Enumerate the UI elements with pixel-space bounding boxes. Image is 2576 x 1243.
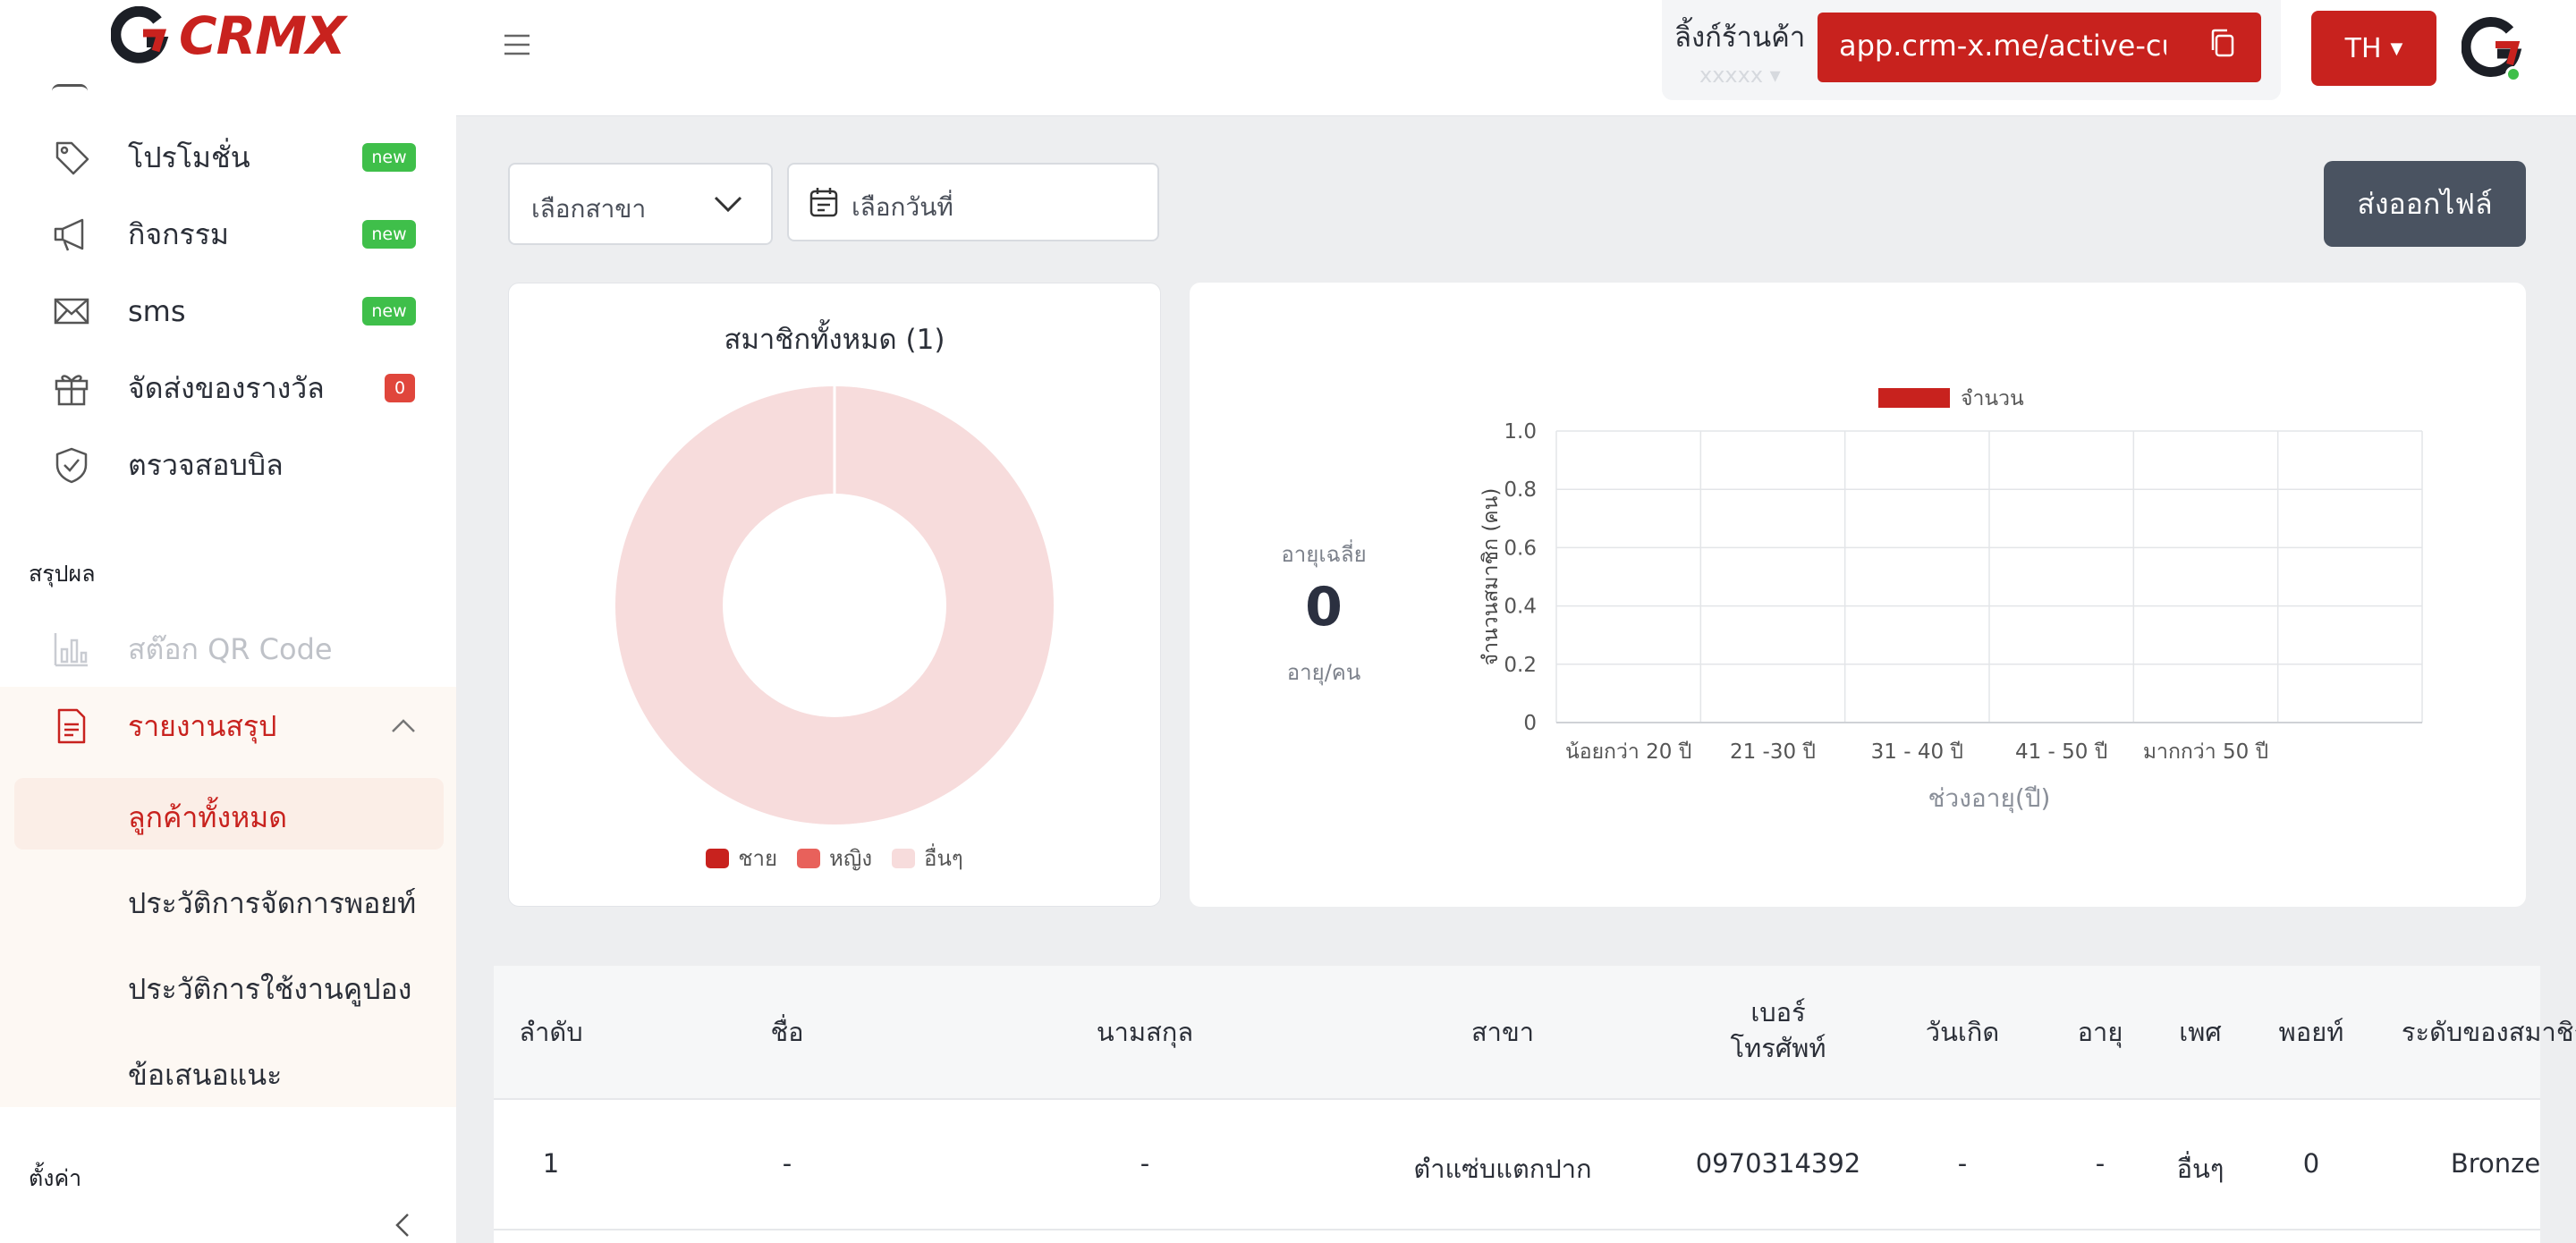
table-cell: -	[1140, 1148, 1150, 1179]
legend-item-female[interactable]: หญิง	[797, 841, 872, 875]
legend-swatch	[892, 848, 916, 868]
count-badge: 0	[385, 374, 415, 402]
y-tick-label: 1.0	[1504, 420, 1537, 444]
table-cell: 1	[542, 1148, 560, 1179]
sidebar-item-reward-delivery[interactable]: จัดส่งของรางวัล 0	[0, 351, 456, 426]
sidebar-item-report-summary[interactable]: รายงานสรุป	[0, 689, 456, 764]
sidebar-item-label: กิจกรรม	[128, 216, 229, 251]
new-badge: new	[362, 220, 416, 249]
donut-chart-title: สมาชิกทั้งหมด (1)	[724, 324, 945, 356]
y-tick-label: 0.6	[1504, 537, 1537, 560]
export-file-button[interactable]: ส่งออกไฟล์	[2324, 161, 2526, 247]
legend-item-male[interactable]: ชาย	[706, 841, 777, 875]
scrolled-item-icon	[52, 84, 88, 97]
legend-label: ชาย	[738, 846, 778, 871]
submenu-all-customers[interactable]: ลูกค้าทั้งหมด	[128, 795, 287, 841]
sidebar-item-label: จัดส่งของรางวัล	[128, 370, 325, 405]
language-dropdown[interactable]: TH ▼	[2311, 11, 2436, 86]
caret-down-icon: ▼	[2390, 38, 2403, 58]
sidebar-item-label: โปรโมชั่น	[128, 140, 250, 174]
age-bar-chart: จำนวน 0 0.2 0.4 0.6 0.8 1.0 น้อยกว่า 20 ปี 21 -3…	[1479, 387, 2423, 814]
shop-link-label: ลิ้งก์ร้านค้า	[1674, 21, 1806, 54]
legend-swatch	[797, 848, 821, 868]
average-age-value: 0	[1305, 576, 1343, 638]
chevron-down-icon	[714, 196, 742, 213]
table-cell: Bronze	[2450, 1148, 2541, 1179]
sidebar-item-sms[interactable]: sms new	[0, 274, 456, 349]
column-header[interactable]: สาขา	[1386, 1014, 1619, 1050]
legend-swatch	[1878, 388, 1950, 408]
tag-icon	[55, 141, 89, 175]
x-tick-label: น้อยกว่า 20 ปี	[1565, 740, 1691, 764]
bar-legend[interactable]: จำนวน	[1878, 387, 2024, 410]
shop-name-dropdown[interactable]: xxxxx ▾	[1699, 63, 1781, 88]
sidebar-item-label: รายงานสรุป	[128, 708, 277, 743]
y-tick-label: 0.4	[1504, 596, 1537, 619]
average-age-label: อายุเฉลี่ย	[1281, 542, 1367, 567]
shop-name: xxxxx	[1699, 63, 1764, 88]
shop-link-url: app.crm-x.me/active-customers	[1839, 29, 2166, 63]
branch-select-placeholder: เลือกสาขา	[531, 194, 647, 224]
x-axis-title: ช่วงอายุ(ปี)	[1928, 783, 2051, 814]
table-cell: ตำแซ่บแตกปาก	[1413, 1154, 1592, 1184]
online-status-dot	[2505, 66, 2521, 82]
shield-check-icon	[55, 447, 88, 484]
calendar-icon	[809, 188, 838, 217]
date-picker-input[interactable]	[787, 163, 1159, 241]
average-age-unit: อายุ/คน	[1286, 660, 1361, 685]
x-tick-label: 31 - 40 ปี	[1871, 740, 1963, 764]
gender-donut-chart	[615, 386, 1054, 824]
legend-item-other[interactable]: อื่นๆ	[892, 841, 963, 875]
logo[interactable]: CRMX	[111, 4, 346, 68]
donut-legend: ชาย หญิง อื่นๆ	[508, 841, 1161, 875]
table-cell: -	[782, 1148, 792, 1179]
legend-label: หญิง	[829, 846, 873, 871]
crmx-logo-icon	[111, 6, 169, 63]
bar-chart-icon	[54, 633, 88, 667]
sidebar-item-activity[interactable]: กิจกรรม new	[0, 197, 456, 272]
chevron-left-icon[interactable]	[385, 1207, 420, 1243]
envelope-icon	[54, 298, 89, 325]
x-tick-label: 41 - 50 ปี	[2015, 740, 2107, 764]
column-header[interactable]: ลำดับ	[435, 1014, 667, 1050]
y-tick-label: 0.8	[1504, 478, 1537, 502]
column-header[interactable]: ชื่อ	[671, 1014, 903, 1050]
sidebar-item-label: sms	[128, 294, 186, 328]
column-header[interactable]: ระดับของสมาชิก	[2379, 1014, 2576, 1050]
column-header[interactable]: นามสกุล	[1029, 1014, 1261, 1050]
megaphone-icon	[54, 218, 84, 251]
y-tick-label: 0.2	[1504, 654, 1537, 677]
language-label: TH	[2344, 32, 2382, 64]
legend-label: จำนวน	[1961, 387, 2024, 410]
new-badge: new	[362, 143, 416, 172]
sidebar-item-bill-check[interactable]: ตรวจสอบบิล	[0, 427, 456, 503]
legend-swatch	[706, 848, 730, 868]
sidebar-item-label: ตรวจสอบบิล	[128, 447, 284, 482]
legend-label: อื่นๆ	[924, 846, 963, 871]
submenu-point-history[interactable]: ประวัติการจัดการพอยท์	[128, 881, 416, 926]
section-heading-summary: สรุปผล	[29, 561, 96, 587]
hamburger-menu-icon[interactable]	[501, 29, 533, 61]
row-divider	[494, 1229, 2540, 1230]
x-tick-label: 21 -30 ปี	[1730, 740, 1816, 764]
sidebar-item-promotion[interactable]: โปรโมชั่น new	[0, 120, 456, 195]
gift-icon	[55, 375, 89, 406]
y-tick-label: 0	[1523, 712, 1537, 735]
x-tick-label: มากกว่า 50 ปี	[2143, 740, 2268, 764]
section-heading-settings: ตั้งค่า	[29, 1165, 82, 1191]
sidebar-item-qr-stock[interactable]: สต๊อก QR Code	[0, 612, 456, 687]
copy-icon[interactable]	[2207, 27, 2238, 61]
document-icon	[57, 708, 86, 744]
logo-text: CRMX	[179, 5, 346, 66]
sidebar-item-label: สต๊อก QR Code	[128, 631, 333, 666]
new-badge: new	[362, 297, 416, 326]
date-picker-placeholder: เลือกวันที่	[852, 192, 953, 222]
y-axis-title: จำนวนสมาชิก (คน)	[1479, 488, 1503, 666]
submenu-coupon-history[interactable]: ประวัติการใช้งานคูปอง	[128, 967, 411, 1012]
submenu-suggestions[interactable]: ข้อเสนอแนะ	[128, 1053, 282, 1098]
chevron-up-icon	[392, 719, 415, 732]
